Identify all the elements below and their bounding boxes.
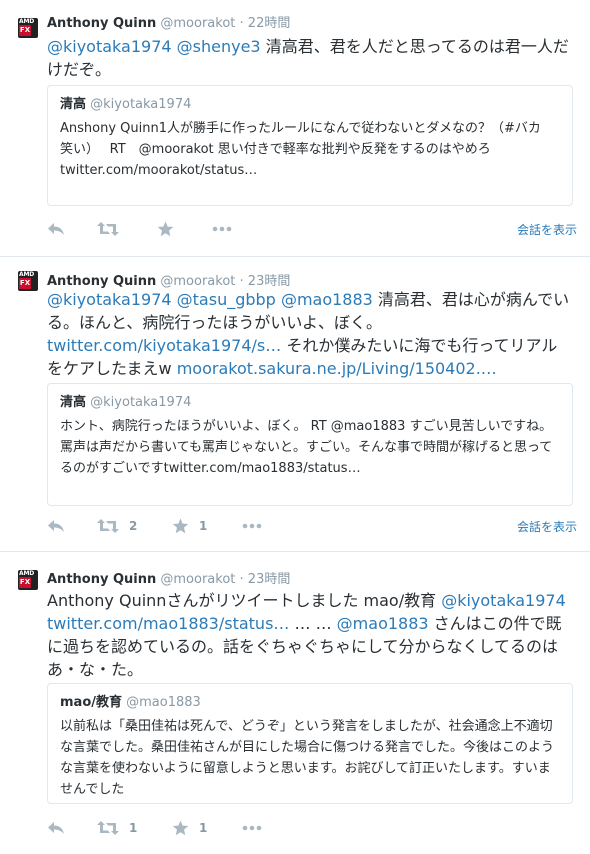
view-conversation-link[interactable]: 会話を表示: [517, 221, 577, 238]
star-icon: [172, 518, 189, 534]
tweet-text: Anthony Quinnさんがリツイートしました mao/教育 @kiyota…: [47, 589, 572, 681]
avatar-logo-text: AMD: [19, 18, 34, 25]
author-name[interactable]: Anthony Quinn: [47, 16, 156, 31]
star-icon: [157, 221, 174, 237]
quoted-author-handle: @kiyotaka1974: [90, 97, 192, 112]
author-handle[interactable]: @moorakot: [160, 16, 235, 31]
mention-link[interactable]: @kiyotaka1974: [47, 290, 172, 309]
quoted-tweet-header: mao/教育 @mao1883: [60, 694, 560, 712]
quoted-tweet-text: Anshony Quinn1人が勝手に作ったルールになんで従わないとダメなの？（…: [60, 121, 554, 178]
url-link[interactable]: twitter.com/kiyotaka1974/s…: [47, 336, 281, 355]
tweet-header: Anthony Quinn @moorakot · 22時間: [47, 12, 290, 31]
tweet: AMD FX Anthony Quinn @moorakot · 23時間 An…: [0, 552, 590, 854]
favorite-button[interactable]: 1: [172, 516, 207, 536]
tweet: AMD FX Anthony Quinn @moorakot · 22時間 @k…: [0, 0, 590, 257]
mention-link[interactable]: @mao1883: [337, 614, 429, 633]
avatar[interactable]: AMD FX: [18, 18, 38, 38]
tweet-actions: 会話を表示: [47, 219, 577, 239]
quoted-tweet[interactable]: mao/教育 @mao1883 以前私は「桑田佳祐は死んで、どうぞ」という発言を…: [47, 683, 573, 804]
reply-icon: [48, 822, 64, 834]
tweet-actions: 1 1: [47, 818, 577, 838]
tweet-header: Anthony Quinn @moorakot · 23時間: [47, 270, 290, 289]
more-icon: [212, 226, 232, 232]
mention-link[interactable]: @tasu_gbbp: [177, 290, 276, 309]
mention-link[interactable]: @mao1883: [281, 290, 373, 309]
quoted-tweet[interactable]: 清高 @kiyotaka1974 Anshony Quinn1人が勝手に作ったル…: [47, 85, 573, 206]
avatar-badge: FX: [19, 278, 31, 289]
favorite-button[interactable]: 1: [172, 818, 207, 838]
quoted-tweet-text: 以前私は「桑田佳祐は死んで、どうぞ」という発言をしましたが、社会通念上不適切な言…: [60, 719, 555, 797]
retweet-count: 1: [129, 821, 138, 835]
url-link[interactable]: moorakot.sakura.ne.jp/Living/150402.…: [177, 359, 497, 378]
avatar[interactable]: AMD FX: [18, 271, 38, 291]
tweet-text: @kiyotaka1974 @shenye3 清高君、君を人だと思ってるのは君一…: [47, 35, 572, 81]
tweet-actions: 2 1 会話を表示: [47, 516, 577, 536]
quoted-author-name: 清高: [60, 97, 87, 112]
retweet-button[interactable]: [97, 219, 129, 239]
url-link[interactable]: twitter.com/mao1883/status…: [47, 614, 289, 633]
author-name[interactable]: Anthony Quinn: [47, 572, 156, 587]
quoted-tweet-header: 清高 @kiyotaka1974: [60, 96, 560, 114]
reply-button[interactable]: [47, 219, 65, 239]
retweet-icon: [97, 821, 119, 835]
timestamp[interactable]: · 22時間: [240, 16, 291, 31]
mention-link[interactable]: @kiyotaka1974: [47, 37, 172, 56]
more-icon: [242, 825, 262, 831]
view-conversation-link[interactable]: 会話を表示: [517, 518, 577, 535]
retweet-count: 2: [129, 519, 138, 533]
star-icon: [172, 820, 189, 836]
quoted-tweet-header: 清高 @kiyotaka1974: [60, 394, 560, 412]
more-button[interactable]: [212, 219, 232, 239]
more-button[interactable]: [242, 516, 262, 536]
tweet-text-segment: Anthony Quinnさんがリツイートしました mao/教育: [47, 591, 442, 610]
author-handle[interactable]: @moorakot: [160, 572, 235, 587]
tweet: AMD FX Anthony Quinn @moorakot · 23時間 @k…: [0, 257, 590, 552]
quoted-author-name: 清高: [60, 395, 87, 410]
author-handle[interactable]: @moorakot: [160, 274, 235, 289]
avatar[interactable]: AMD FX: [18, 570, 38, 590]
retweet-icon: [97, 222, 119, 236]
avatar-logo-text: AMD: [19, 570, 34, 577]
mention-link[interactable]: @shenye3: [177, 37, 261, 56]
retweet-icon: [97, 519, 119, 533]
timestamp[interactable]: · 23時間: [240, 572, 291, 587]
more-button[interactable]: [242, 818, 262, 838]
reply-icon: [48, 223, 64, 235]
reply-button[interactable]: [47, 516, 65, 536]
more-icon: [242, 523, 262, 529]
favorite-button[interactable]: [157, 219, 184, 239]
retweet-button[interactable]: 2: [97, 516, 137, 536]
timestamp[interactable]: · 23時間: [240, 274, 291, 289]
quoted-author-handle: @mao1883: [126, 695, 201, 710]
avatar-logo-text: AMD: [19, 271, 34, 278]
quoted-author-handle: @kiyotaka1974: [90, 395, 192, 410]
reply-icon: [48, 520, 64, 532]
reply-button[interactable]: [47, 818, 65, 838]
quoted-author-name: mao/教育: [60, 695, 122, 710]
tweet-text-segment: … …: [289, 614, 337, 633]
author-name[interactable]: Anthony Quinn: [47, 274, 156, 289]
avatar-badge: FX: [19, 577, 31, 588]
quoted-tweet[interactable]: 清高 @kiyotaka1974 ホント、病院行ったほうがいいよ、ぼく。 RT …: [47, 383, 573, 506]
tweet-header: Anthony Quinn @moorakot · 23時間: [47, 568, 290, 587]
retweet-button[interactable]: 1: [97, 818, 137, 838]
mention-link[interactable]: @kiyotaka1974: [441, 591, 566, 610]
avatar-badge: FX: [19, 25, 31, 36]
favorite-count: 1: [199, 821, 208, 835]
tweet-text: @kiyotaka1974 @tasu_gbbp @mao1883 清高君、君は…: [47, 288, 572, 380]
quoted-tweet-text: ホント、病院行ったほうがいいよ、ぼく。 RT @mao1883 すごい見苦しいで…: [60, 419, 553, 476]
favorite-count: 1: [199, 519, 208, 533]
